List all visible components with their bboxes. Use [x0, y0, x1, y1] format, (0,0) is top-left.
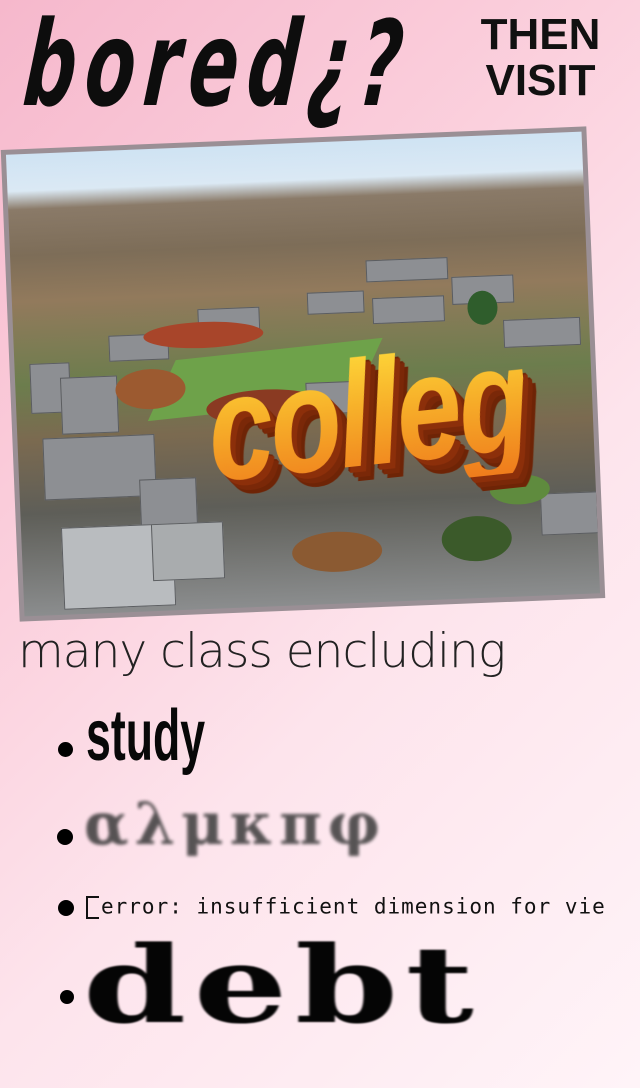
intro-text: many class encluding — [18, 624, 506, 679]
headline-visit: VISIT — [485, 56, 596, 106]
building — [365, 257, 449, 283]
error-bracket-icon — [86, 896, 99, 919]
building — [372, 295, 445, 325]
colleg-wordart: colleg — [199, 312, 535, 514]
bullet-study — [58, 742, 73, 757]
building — [150, 521, 226, 582]
item-greek: αλμκπφ — [84, 790, 387, 858]
item-error-text: error: insufficient dimension for vie — [101, 894, 606, 919]
headline-then-visit: THEN VISIT — [458, 10, 623, 106]
headline-then: THEN — [480, 10, 601, 59]
tree-cluster — [440, 514, 513, 563]
item-debt: debt — [83, 922, 482, 1048]
tree-cluster — [291, 529, 383, 574]
item-study: study — [86, 696, 206, 776]
building — [539, 491, 599, 536]
headline-bored: bored¿? — [18, 0, 418, 133]
bullet-greek — [57, 829, 73, 845]
building — [306, 290, 365, 315]
building — [59, 375, 120, 435]
bullet-debt — [60, 990, 74, 1004]
item-error: error: insufficient dimension for vie — [86, 896, 606, 919]
bullet-error — [58, 900, 74, 916]
